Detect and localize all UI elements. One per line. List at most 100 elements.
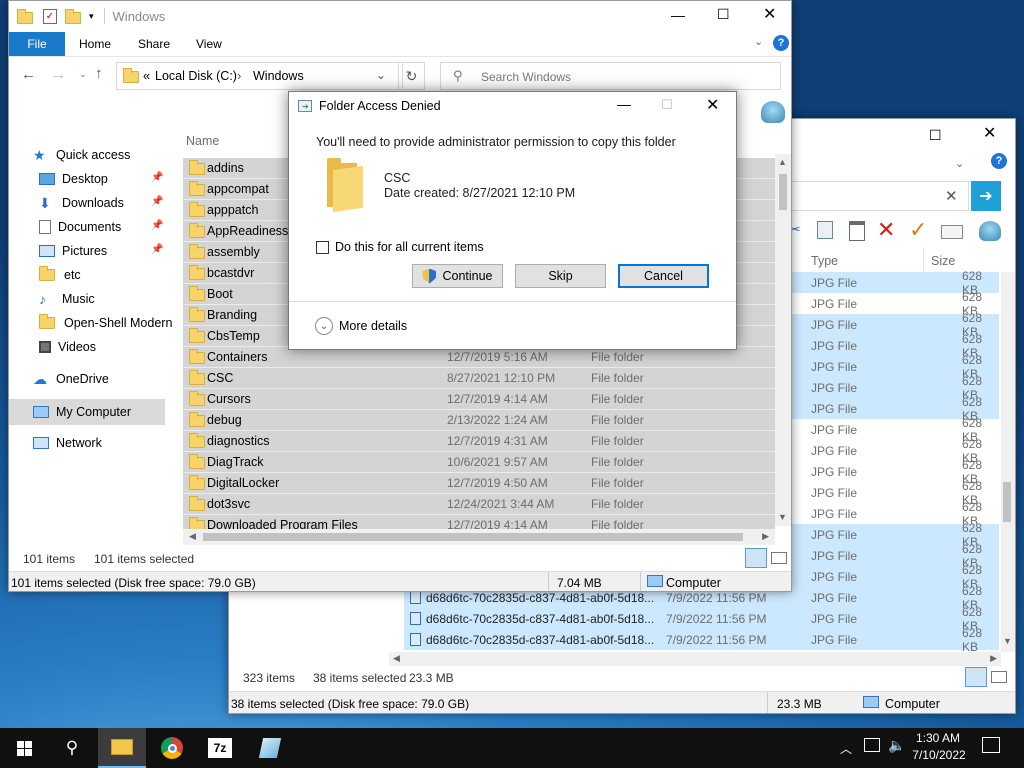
horizontal-scrollbar[interactable]: ◀ ▶	[183, 529, 775, 545]
help-icon[interactable]: ?	[773, 35, 789, 51]
chrome-taskbar-button[interactable]	[148, 728, 196, 768]
continue-button[interactable]: Continue	[412, 264, 503, 288]
customize-arrow-icon[interactable]: ▾	[89, 11, 94, 22]
file-explorer-taskbar-button[interactable]	[98, 728, 146, 768]
more-details-toggle[interactable]: ⌄ More details	[315, 317, 407, 335]
go-arrow-icon[interactable]: ➔	[971, 181, 1001, 211]
notepad-taskbar-button[interactable]	[246, 728, 294, 768]
address-dropdown-icon[interactable]: ⌄	[376, 68, 386, 82]
nav-item[interactable]: Videos	[39, 336, 96, 358]
minimize-icon[interactable]: —	[671, 7, 685, 23]
search-icon[interactable]: ⚲	[48, 728, 96, 768]
table-row[interactable]: d68d6tc-70c2835d-c837-4d81-ab0f-5d18... 7…	[404, 605, 999, 633]
action-center-icon[interactable]	[982, 737, 1000, 753]
vertical-scrollbar[interactable]: ▲ ▼	[775, 154, 791, 526]
details-view-icon[interactable]	[745, 548, 767, 568]
table-row[interactable]: CSC 8/27/2021 12:10 PM File folder	[183, 368, 775, 389]
close-icon[interactable]: ✕	[983, 123, 996, 143]
large-icons-view-icon[interactable]	[771, 552, 787, 564]
volume-icon[interactable]: 🔈	[888, 737, 905, 754]
table-row[interactable]: d68d6tc-70c2835d-c837-4d81-ab0f-5d18... 7…	[404, 626, 999, 654]
address-bar[interactable]: « Local Disk (C:) › Windows ⌄	[116, 62, 403, 90]
7zip-taskbar-button[interactable]: 7z	[196, 728, 244, 768]
nav-quick-access[interactable]: ★ Quick access	[33, 144, 130, 166]
address-overflow[interactable]: «	[143, 68, 150, 83]
table-row[interactable]: DiagTrack 10/6/2021 9:57 AM File folder	[183, 452, 775, 473]
up-arrow-icon[interactable]: ↑	[95, 65, 103, 82]
tab-file[interactable]: File	[9, 32, 65, 56]
network-tray-icon[interactable]	[864, 738, 880, 752]
chevron-down-icon[interactable]: ⌄	[955, 157, 964, 170]
table-row[interactable]: diagnostics 12/7/2019 4:31 AM File folder	[183, 431, 775, 452]
large-icons-view-icon[interactable]	[991, 671, 1007, 683]
tab-view[interactable]: View	[196, 37, 222, 51]
close-icon[interactable]: ✕	[763, 4, 776, 24]
help-icon[interactable]: ?	[991, 153, 1007, 169]
nav-label: Documents	[58, 220, 122, 234]
table-row[interactable]: DigitalLocker 12/7/2019 4:50 AM File folde…	[183, 473, 775, 494]
pin-icon[interactable]: 📌	[151, 196, 163, 207]
copy-icon[interactable]	[817, 221, 833, 239]
pin-icon[interactable]: 📌	[151, 172, 163, 183]
pin-icon[interactable]: 📌	[151, 220, 163, 231]
nav-item[interactable]: ♪ Music	[39, 288, 95, 310]
breadcrumb-separator[interactable]: ›	[237, 68, 241, 83]
start-button[interactable]	[0, 728, 48, 768]
nav-item[interactable]: Desktop	[39, 168, 108, 190]
nav-network[interactable]: Network	[33, 432, 102, 454]
vertical-scrollbar[interactable]: ▼	[1001, 272, 1015, 652]
nav-item[interactable]: Open-Shell Modern	[39, 312, 172, 334]
delete-icon[interactable]: ✕	[877, 217, 895, 243]
chevron-down-icon[interactable]: ⌄	[754, 35, 763, 48]
nav-item[interactable]: Documents	[39, 216, 121, 238]
minimize-icon[interactable]: —	[617, 96, 631, 112]
folder-access-denied-dialog[interactable]: ➔ Folder Access Denied — ☐ ✕ You'll need…	[288, 91, 737, 350]
breadcrumb-folder[interactable]: Windows	[253, 69, 304, 83]
nav-item[interactable]: etc	[39, 264, 81, 286]
refresh-icon[interactable]: ↻	[398, 62, 425, 90]
new-folder-icon[interactable]	[65, 9, 81, 24]
column-type[interactable]: Type	[811, 254, 838, 268]
nav-item[interactable]: ⬇ Downloads	[39, 192, 124, 214]
nav-item[interactable]: Pictures	[39, 240, 107, 262]
folder-icon	[189, 433, 205, 448]
nav-onedrive[interactable]: ☁ OneDrive	[33, 368, 109, 390]
properties-check-icon[interactable]: ✓	[43, 8, 57, 24]
nav-my-computer[interactable]: My Computer	[33, 401, 131, 423]
table-row[interactable]: debug 2/13/2022 1:24 AM File folder	[183, 410, 775, 431]
close-icon[interactable]: ✕	[706, 95, 719, 115]
recent-dropdown-icon[interactable]: ⌄	[79, 69, 87, 80]
tab-home[interactable]: Home	[79, 37, 111, 51]
clear-search-icon[interactable]: ✕	[945, 187, 958, 205]
shell-icon[interactable]	[979, 221, 1001, 241]
column-size[interactable]: Size	[931, 254, 955, 268]
folder-icon	[189, 160, 205, 175]
cancel-button[interactable]: Cancel	[618, 264, 709, 288]
folder-icon[interactable]	[17, 9, 33, 24]
horizontal-scrollbar[interactable]: ◀ ▶	[389, 652, 1001, 666]
back-arrow-icon[interactable]: ←	[21, 66, 36, 83]
clock-date[interactable]: 7/10/2022	[910, 748, 968, 762]
details-view-icon[interactable]	[965, 667, 987, 687]
breadcrumb-drive[interactable]: Local Disk (C:)	[155, 69, 237, 83]
column-name[interactable]: Name	[186, 134, 219, 148]
search-input[interactable]: ⚲ Search Windows	[440, 62, 781, 90]
checkmark-icon[interactable]: ✓	[909, 217, 927, 243]
maximize-icon[interactable]: ☐	[717, 6, 730, 23]
table-row[interactable]: Containers 12/7/2019 5:16 AM File folder	[183, 347, 775, 368]
tab-share[interactable]: Share	[138, 37, 170, 51]
table-row[interactable]: dot3svc 12/24/2021 3:44 AM File folder	[183, 494, 775, 515]
paste-icon[interactable]	[849, 221, 865, 241]
checkbox-box[interactable]	[316, 240, 329, 254]
skip-button[interactable]: Skip	[515, 264, 606, 288]
pin-icon[interactable]: 📌	[151, 244, 163, 255]
forward-arrow-icon[interactable]: →	[51, 66, 66, 83]
shell-icon[interactable]	[761, 101, 785, 123]
clock-time[interactable]: 1:30 AM	[912, 731, 964, 745]
file-type: JPG File	[811, 569, 858, 584]
apply-all-checkbox[interactable]: Do this for all current items	[316, 240, 484, 254]
show-hidden-icons-chevron[interactable]: ︿	[840, 740, 852, 757]
maximize-icon[interactable]: ☐	[929, 127, 942, 144]
properties-icon[interactable]	[941, 225, 963, 239]
table-row[interactable]: Cursors 12/7/2019 4:14 AM File folder	[183, 389, 775, 410]
